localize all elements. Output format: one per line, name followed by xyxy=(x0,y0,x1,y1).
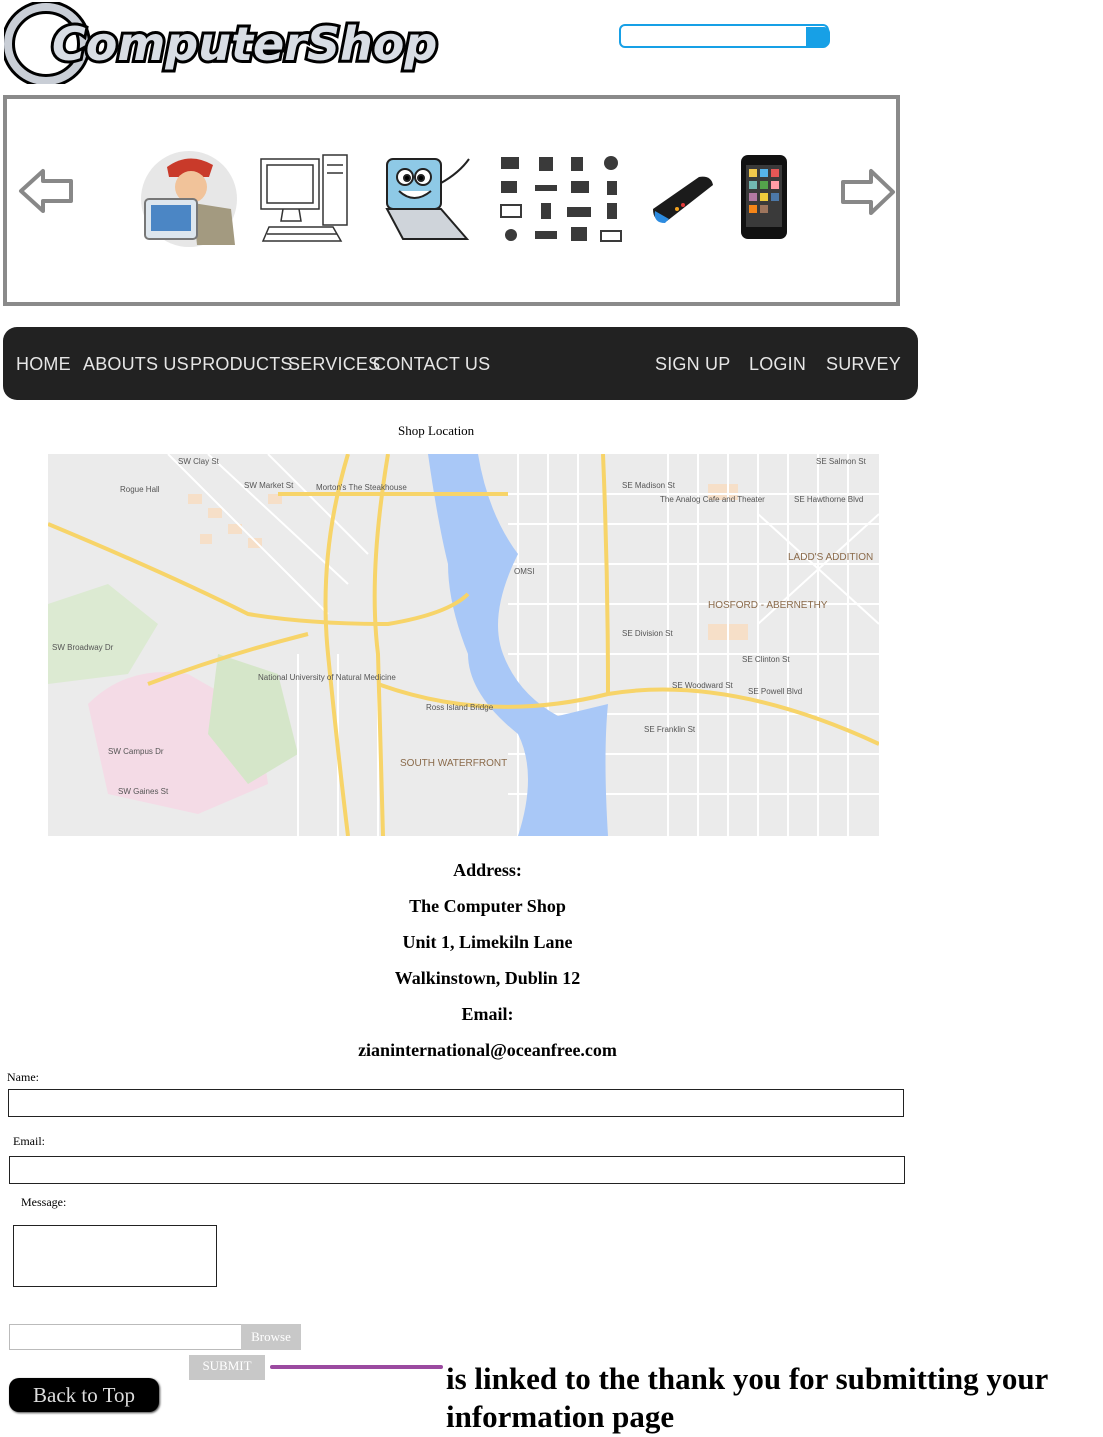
nav-login[interactable]: LOGIN xyxy=(749,354,806,375)
computer-icons-grid-image[interactable] xyxy=(499,155,623,250)
address-line-3: Walkinstown, Dublin 12 xyxy=(394,968,581,988)
nav-about-us[interactable]: ABOUTS US xyxy=(83,354,189,375)
map-label-powell: SE Powell Blvd xyxy=(748,687,802,696)
main-navigation: HOME ABOUTS US PRODUCTS SERVICES CONTACT… xyxy=(3,327,918,400)
map-label-nunm: National University of Natural Medicine xyxy=(258,673,396,682)
email-field[interactable] xyxy=(9,1156,905,1184)
nav-sign-up[interactable]: SIGN UP xyxy=(655,354,730,375)
map-label-hosford: HOSFORD - ABERNETHY xyxy=(708,600,828,611)
email-label: Email: xyxy=(13,1134,45,1148)
map-label-campus: SW Campus Dr xyxy=(108,747,164,756)
map-label-salmon: SE Salmon St xyxy=(816,457,867,466)
annotation-text: is linked to the thank you for submittin… xyxy=(446,1361,1048,1434)
name-label: Name: xyxy=(7,1070,39,1084)
map-label-woodward: SE Woodward St xyxy=(672,681,734,690)
laptop-cartoon-image[interactable] xyxy=(379,153,477,252)
map-label-ross-island-bridge: Ross Island Bridge xyxy=(426,703,494,712)
nav-home[interactable]: HOME xyxy=(16,354,71,375)
shop-location-caption: Shop Location xyxy=(398,423,475,438)
message-label: Message: xyxy=(21,1195,67,1209)
file-name-field[interactable] xyxy=(9,1324,242,1350)
map-label-hawthorne: SE Hawthorne Blvd xyxy=(794,495,863,504)
map-label-franklin: SE Franklin St xyxy=(644,725,696,734)
map-label-madison: SE Madison St xyxy=(622,481,676,490)
submit-button[interactable]: SUBMIT xyxy=(189,1355,265,1380)
browse-button[interactable]: Browse xyxy=(241,1324,301,1350)
mobile-phone-image[interactable] xyxy=(647,171,719,232)
desktop-computer-image[interactable] xyxy=(257,151,353,252)
map-label-broadway: SW Broadway Dr xyxy=(52,643,114,652)
tablet-image[interactable] xyxy=(737,151,793,248)
map-label-ladds-addition: LADD'S ADDITION xyxy=(788,552,873,563)
annotation-line xyxy=(270,1365,443,1369)
email-address[interactable]: zianinternational@oceanfree.com xyxy=(0,1040,975,1061)
search-input[interactable] xyxy=(619,24,829,48)
map-label-clinton: SE Clinton St xyxy=(742,655,790,664)
search-button[interactable] xyxy=(806,27,830,47)
map-label-division: SE Division St xyxy=(622,629,673,638)
nav-services[interactable]: SERVICES xyxy=(288,354,380,375)
address-heading: Address: xyxy=(453,860,522,880)
nav-survey[interactable]: SURVEY xyxy=(826,354,901,375)
computershop-logo[interactable]: ComputerShop xyxy=(1,0,440,88)
nav-products[interactable]: PRODUCTS xyxy=(190,354,293,375)
carousel-next-arrow-icon[interactable] xyxy=(839,167,897,222)
message-field[interactable] xyxy=(13,1225,217,1287)
map-label-mortons: Morton's The Steakhouse xyxy=(316,483,407,492)
map-label-gaines: SW Gaines St xyxy=(118,787,169,796)
map-label-rogue-hall: Rogue Hall xyxy=(120,485,160,494)
map-label-clay: SW Clay St xyxy=(178,457,220,466)
shop-location-map[interactable]: Morton's The Steakhouse Rogue Hall The A… xyxy=(48,454,879,836)
map-label-market: SW Market St xyxy=(244,481,294,490)
name-field[interactable] xyxy=(8,1089,904,1117)
address-line-1: The Computer Shop xyxy=(409,896,566,916)
carousel-prev-arrow-icon[interactable] xyxy=(17,167,75,220)
technician-image[interactable] xyxy=(135,149,243,254)
map-label-south-waterfront: SOUTH WATERFRONT xyxy=(400,758,507,769)
address-line-2: Unit 1, Limekiln Lane xyxy=(402,932,573,952)
product-carousel xyxy=(3,95,900,306)
email-heading: Email: xyxy=(461,1004,514,1024)
nav-contact-us[interactable]: CONTACT US xyxy=(373,354,490,375)
logo-text: ComputerShop xyxy=(52,17,437,71)
map-label-omsi: OMSI xyxy=(514,567,534,576)
back-to-top-button[interactable]: Back to Top xyxy=(9,1378,159,1412)
map-label-analog-cafe: The Analog Cafe and Theater xyxy=(660,495,765,504)
